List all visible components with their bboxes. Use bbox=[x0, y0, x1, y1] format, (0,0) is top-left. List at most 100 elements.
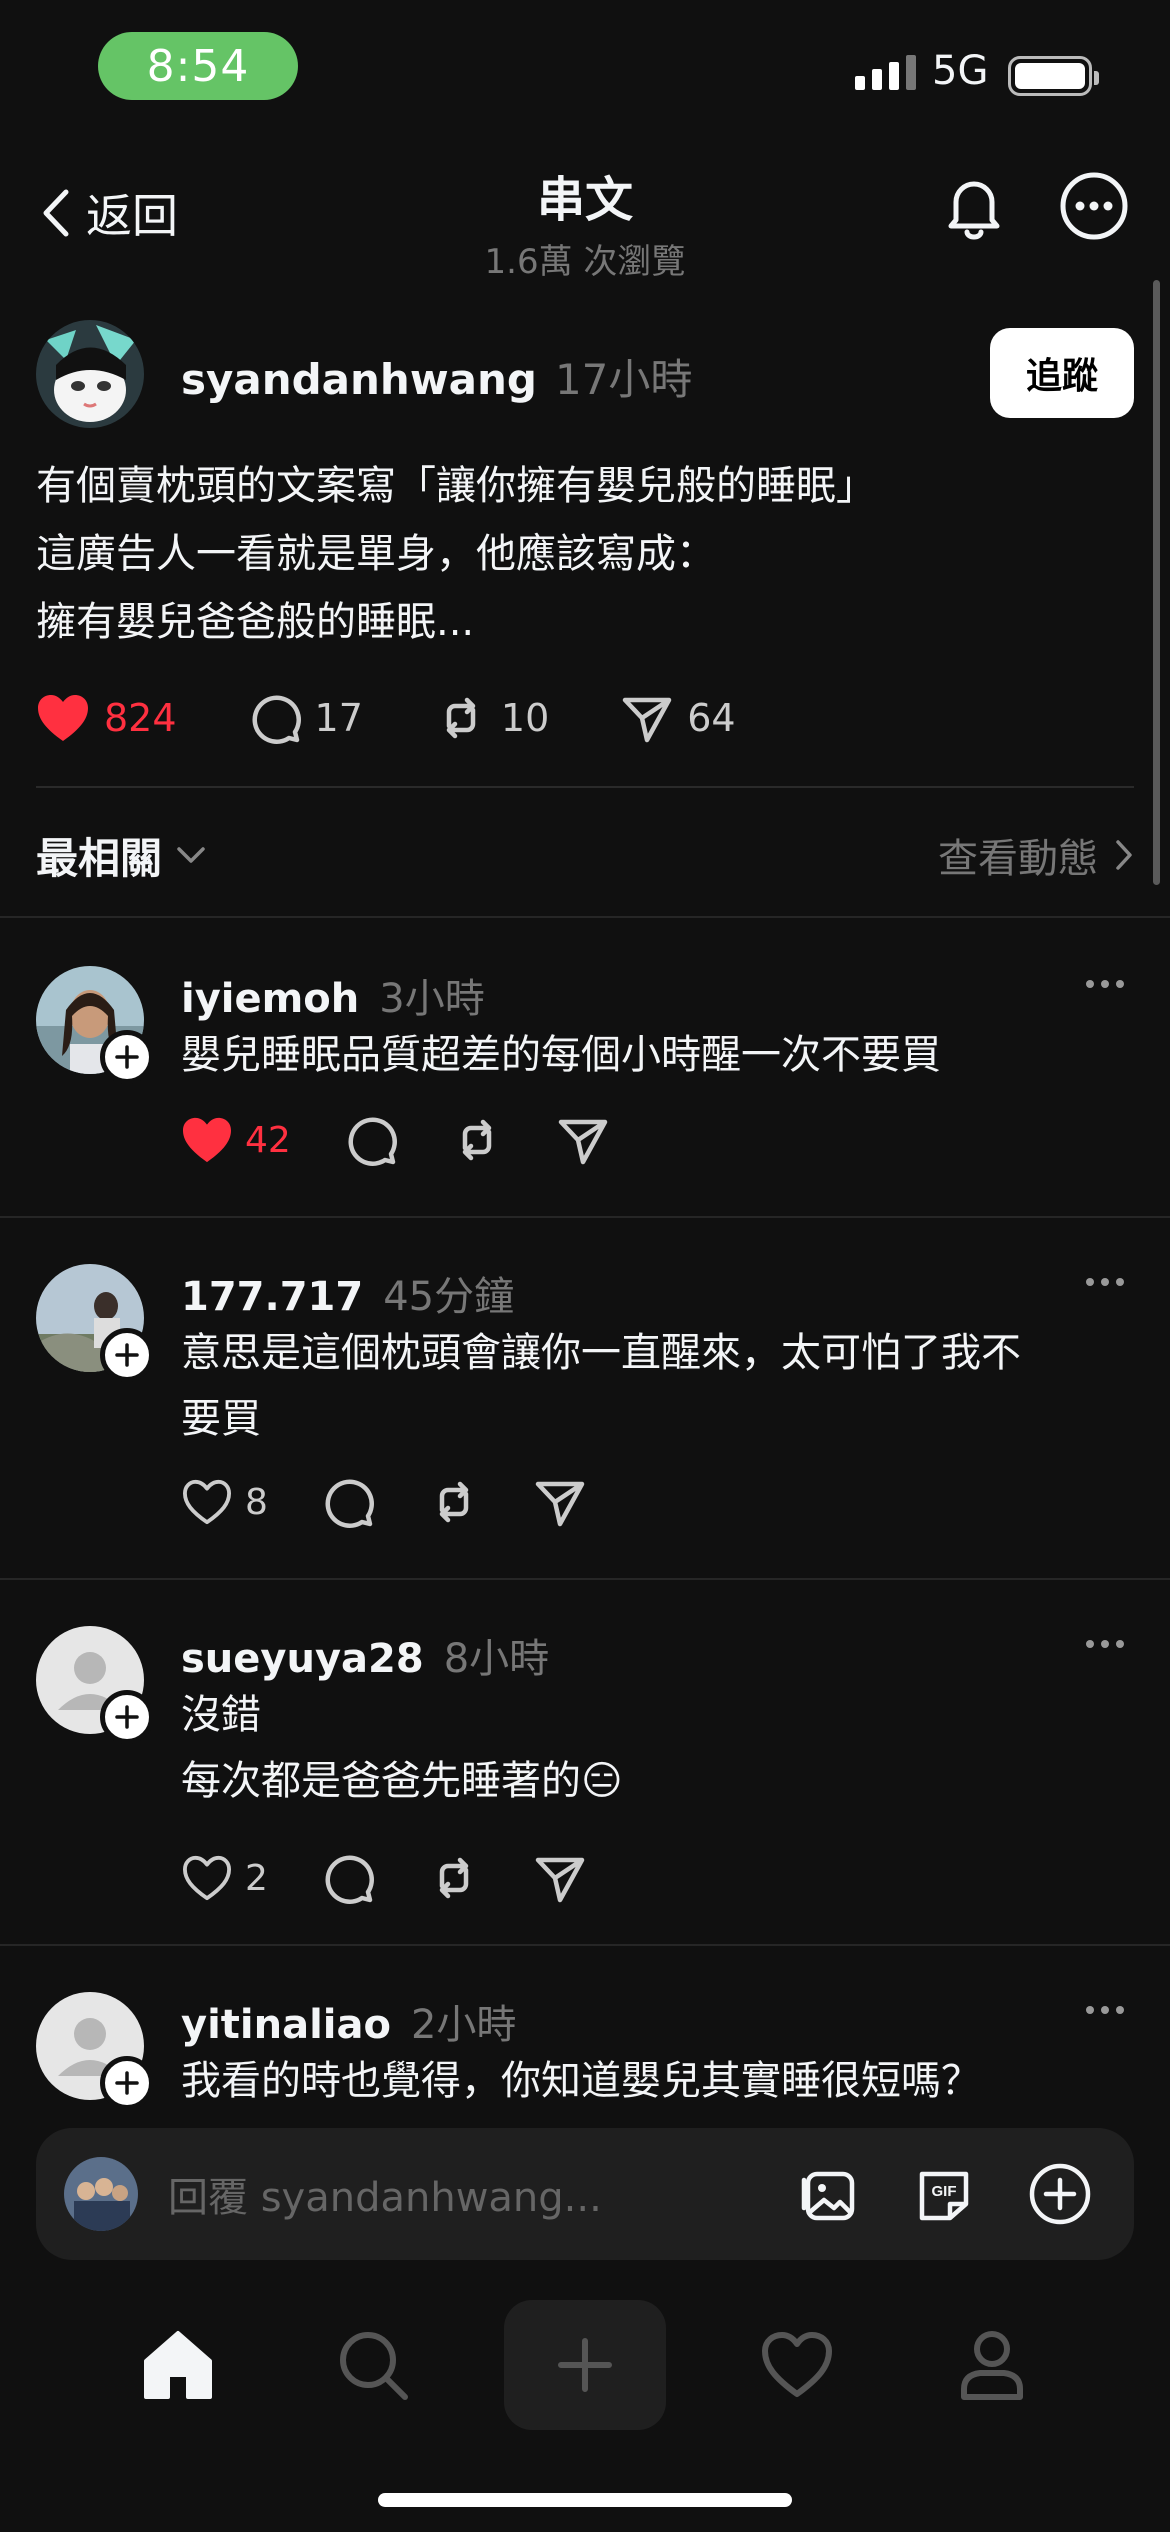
reply-header: iyiemoh 3小時 bbox=[181, 966, 485, 1024]
follow-plus-icon[interactable] bbox=[100, 2056, 154, 2110]
comment-count: 17 bbox=[314, 696, 363, 740]
signal-icon bbox=[855, 55, 916, 90]
tab-profile[interactable] bbox=[927, 2300, 1057, 2430]
chevron-right-icon bbox=[1116, 840, 1132, 870]
heart-icon bbox=[183, 1855, 231, 1901]
activity-icon bbox=[761, 2332, 832, 2397]
sort-dropdown[interactable]: 最相關 bbox=[36, 825, 206, 886]
reply-body: 嬰兒睡眠品質超差的每個小時醒一次不要買 bbox=[181, 1022, 1131, 1088]
status-bar: 8:54 5G bbox=[0, 0, 1170, 140]
reply-body: 沒錯 每次都是爸爸先睡著的😑 bbox=[181, 1682, 1131, 1814]
share-button[interactable]: 64 bbox=[621, 692, 736, 744]
reply-time: 8小時 bbox=[443, 1636, 550, 1682]
post-line: 擁有嬰兒爸爸般的睡眠... bbox=[36, 599, 475, 645]
like-count: 42 bbox=[245, 1119, 291, 1161]
search-icon bbox=[340, 2332, 409, 2400]
more-options-icon[interactable] bbox=[1086, 1278, 1124, 1286]
view-activity-label: 查看動態 bbox=[938, 836, 1098, 882]
create-icon bbox=[557, 2338, 612, 2392]
follow-plus-icon[interactable] bbox=[100, 1690, 154, 1744]
reply-username[interactable]: 177.717 bbox=[181, 1274, 363, 1320]
add-circle-icon[interactable] bbox=[1026, 2160, 1094, 2228]
comment-button[interactable]: 17 bbox=[249, 692, 363, 744]
repost-button[interactable]: 10 bbox=[435, 692, 549, 744]
divider bbox=[0, 1578, 1170, 1580]
bottom-tab-bar bbox=[0, 2290, 1170, 2440]
send-icon bbox=[623, 697, 672, 743]
view-activity-link[interactable]: 查看動態 bbox=[938, 826, 1134, 884]
share-count: 64 bbox=[687, 696, 736, 740]
repost-button[interactable] bbox=[428, 1852, 480, 1904]
status-time[interactable]: 8:54 bbox=[98, 32, 298, 100]
comment-button[interactable] bbox=[322, 1852, 374, 1904]
tab-home[interactable] bbox=[113, 2300, 243, 2430]
comment-icon bbox=[348, 1117, 397, 1166]
more-options-icon[interactable] bbox=[1086, 1640, 1124, 1648]
follow-plus-icon[interactable] bbox=[100, 1030, 154, 1084]
bell-icon[interactable] bbox=[938, 170, 1010, 242]
share-button[interactable] bbox=[534, 1852, 586, 1904]
reply-body: 我看的時也覺得，你知道嬰兒其實睡很短嗎？ bbox=[181, 2048, 1131, 2112]
repost-button[interactable] bbox=[428, 1476, 480, 1528]
reply-username[interactable]: sueyuya28 bbox=[181, 1636, 424, 1682]
reply-time: 2小時 bbox=[410, 2002, 517, 2048]
post-stats: 824 17 10 64 bbox=[36, 680, 808, 756]
follow-plus-icon[interactable] bbox=[100, 1328, 154, 1382]
repost-icon bbox=[446, 697, 476, 739]
composer-actions: GIF bbox=[794, 2160, 1094, 2228]
reply-item: sueyuya28 8小時 沒錯 每次都是爸爸先睡著的😑 2 bbox=[36, 1626, 1134, 1926]
home-indicator[interactable] bbox=[378, 2493, 792, 2507]
reply-header: 177.717 45分鐘 bbox=[181, 1264, 514, 1322]
post-header: syandanhwang 17小時 bbox=[181, 346, 692, 407]
like-button[interactable]: 2 bbox=[181, 1854, 268, 1902]
repost-icon bbox=[439, 1481, 469, 1523]
more-options-icon[interactable] bbox=[1086, 2006, 1124, 2014]
reply-input[interactable]: 回覆 syandanhwang... bbox=[168, 2165, 794, 2223]
like-count: 824 bbox=[104, 696, 177, 740]
reply-item: yitinaliao 2小時 我看的時也覺得，你知道嬰兒其實睡很短嗎？ bbox=[36, 1992, 1134, 2112]
avatar[interactable] bbox=[36, 320, 144, 428]
reply-item: iyiemoh 3小時 嬰兒睡眠品質超差的每個小時醒一次不要買 42 bbox=[36, 966, 1134, 1206]
share-button[interactable] bbox=[557, 1114, 609, 1166]
reply-header: sueyuya28 8小時 bbox=[181, 1626, 549, 1684]
repost-button[interactable] bbox=[451, 1114, 503, 1166]
post-username[interactable]: syandanhwang bbox=[181, 355, 537, 404]
heart-filled-icon bbox=[183, 1117, 231, 1163]
svg-text:GIF: GIF bbox=[932, 2183, 957, 2200]
reply-header: yitinaliao 2小時 bbox=[181, 1992, 516, 2050]
reply-actions: 42 bbox=[181, 1114, 663, 1166]
reply-line: 沒錯 bbox=[181, 1692, 261, 1738]
gif-icon[interactable]: GIF bbox=[910, 2160, 978, 2228]
reply-time: 3小時 bbox=[379, 976, 485, 1022]
tab-create[interactable] bbox=[503, 2300, 666, 2430]
post-line: 這廣告人一看就是單身，他應該寫成： bbox=[36, 531, 716, 577]
like-button[interactable]: 42 bbox=[181, 1116, 291, 1164]
tab-activity[interactable] bbox=[732, 2300, 862, 2430]
send-icon bbox=[558, 1119, 608, 1165]
tab-search[interactable] bbox=[308, 2300, 438, 2430]
reply-line: 每次都是爸爸先睡著的😑 bbox=[181, 1758, 623, 1804]
like-button[interactable]: 8 bbox=[181, 1478, 268, 1526]
comment-button[interactable] bbox=[322, 1476, 374, 1528]
reply-line: 嬰兒睡眠品質超差的每個小時醒一次不要買 bbox=[181, 1032, 941, 1078]
more-options-icon[interactable] bbox=[1058, 170, 1130, 242]
reply-line: 我看的時也覺得，你知道嬰兒其實睡很短嗎？ bbox=[181, 2058, 981, 2104]
reply-body: 意思是這個枕頭會讓你一直醒來，太可怕了我不 要買 bbox=[181, 1320, 1131, 1452]
like-button[interactable]: 824 bbox=[36, 693, 177, 743]
divider bbox=[0, 1944, 1170, 1946]
repost-icon bbox=[439, 1857, 469, 1899]
reply-composer[interactable]: 回覆 syandanhwang... GIF bbox=[36, 2128, 1134, 2260]
reply-actions: 2 bbox=[181, 1852, 640, 1904]
reply-line: 意思是這個枕頭會讓你一直醒來，太可怕了我不 bbox=[181, 1330, 1021, 1376]
share-button[interactable] bbox=[534, 1476, 586, 1528]
more-options-icon[interactable] bbox=[1086, 980, 1124, 988]
like-count: 2 bbox=[245, 1857, 268, 1899]
post-line: 有個賣枕頭的文案寫「讓你擁有嬰兒般的睡眠」 bbox=[36, 463, 876, 509]
reply-username[interactable]: yitinaliao bbox=[181, 2002, 391, 2048]
comment-button[interactable] bbox=[345, 1114, 397, 1166]
comment-icon bbox=[325, 1855, 374, 1904]
scrollbar[interactable] bbox=[1153, 280, 1160, 885]
reply-username[interactable]: iyiemoh bbox=[181, 976, 359, 1022]
follow-button[interactable]: 追蹤 bbox=[990, 328, 1134, 418]
photo-icon[interactable] bbox=[794, 2160, 862, 2228]
